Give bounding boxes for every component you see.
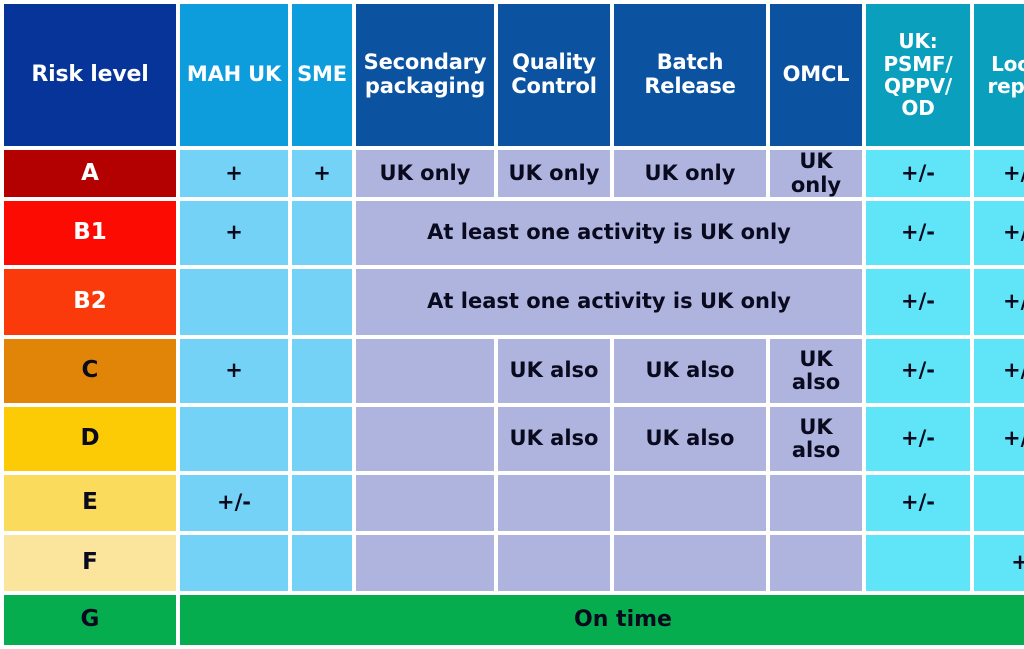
cell-e-psmf: +/- [866,475,970,532]
cell-g-merged-on-time: On time [180,595,1024,646]
cell-a-mah-uk: + [180,150,288,198]
risk-level-matrix-table: Risk level MAH UK SME Secondary packagin… [0,0,1024,649]
header-label-psmf-line1: UK: [898,29,938,54]
cell-f-sme [292,535,352,592]
table-row-a: A + + UK only UK only UK only UK only +/… [4,150,1024,198]
column-header-risk-level: Risk level [4,4,176,146]
column-header-mah-uk: MAH UK [180,4,288,146]
cell-e-mah-uk: +/- [180,475,288,532]
cell-b2-sme [292,269,352,336]
cell-e-omcl [770,475,862,532]
table-header: Risk level MAH UK SME Secondary packagin… [4,4,1024,146]
cell-c-mah-uk: + [180,339,288,404]
cell-d-secondary-packaging [356,407,494,472]
column-header-omcl: OMCL [770,4,862,146]
column-header-batch-release: Batch Release [614,4,766,146]
header-label-psmf-line2: PSMF/ [883,51,953,76]
cell-a-local-rep: +/- [974,150,1024,198]
header-label-quality-control-line2: Control [511,74,597,98]
cell-e-batch-release [614,475,766,532]
cell-a-quality-control: UK only [498,150,610,198]
column-header-sme: SME [292,4,352,146]
header-label-local-rep-line1: Local [991,51,1024,76]
cell-c-omcl: UK also [770,339,862,404]
risk-level-label-f: F [4,535,176,592]
risk-level-label-d: D [4,407,176,472]
header-label-secondary-packaging-line2: packaging [364,74,486,98]
header-label-psmf-line4: OD [901,96,935,121]
cell-b1-psmf: +/- [866,201,970,266]
cell-b1-local-rep: +/- [974,201,1024,266]
risk-level-label-b1: B1 [4,201,176,266]
risk-level-label-g: G [4,595,176,646]
cell-c-psmf: +/- [866,339,970,404]
risk-level-label-c: C [4,339,176,404]
cell-b2-psmf: +/- [866,269,970,336]
cell-b2-merged-activities: At least one activity is UK only [356,269,862,336]
cell-d-quality-control: UK also [498,407,610,472]
header-label-secondary-packaging-line1: Secondary [363,50,487,75]
table-row-b2: B2 At least one activity is UK only +/- … [4,269,1024,336]
header-label-mah-uk: MAH UK [186,62,282,87]
column-header-uk-psmf-qppv-od: UK: PSMF/ QPPV/ OD [866,4,970,146]
cell-b2-local-rep: +/- [974,269,1024,336]
cell-a-secondary-packaging: UK only [356,150,494,198]
cell-e-quality-control [498,475,610,532]
cell-f-omcl [770,535,862,592]
cell-e-secondary-packaging [356,475,494,532]
cell-f-secondary-packaging [356,535,494,592]
cell-d-psmf: +/- [866,407,970,472]
column-header-quality-control: Quality Control [498,4,610,146]
column-header-local-rep: Local rep.** [974,4,1024,146]
cell-f-psmf [866,535,970,592]
cell-c-quality-control: UK also [498,339,610,404]
header-label-sme: SME [297,62,347,87]
header-label-batch-release-line1: Batch [656,50,724,75]
cell-c-batch-release: UK also [614,339,766,404]
header-row: Risk level MAH UK SME Secondary packagin… [4,4,1024,146]
cell-b1-sme [292,201,352,266]
header-label-quality-control-line1: Quality [512,50,596,75]
cell-a-sme: + [292,150,352,198]
cell-d-batch-release: UK also [614,407,766,472]
cell-b1-mah-uk: + [180,201,288,266]
header-label-local-rep-line2: rep.** [987,74,1024,98]
header-label-omcl: OMCL [782,62,850,87]
cell-a-batch-release: UK only [614,150,766,198]
cell-c-local-rep: +/- [974,339,1024,404]
cell-d-local-rep: +/- [974,407,1024,472]
cell-f-quality-control [498,535,610,592]
header-label-batch-release-line2: Release [644,74,736,98]
column-header-secondary-packaging: Secondary packaging [356,4,494,146]
table-row-g: G On time [4,595,1024,646]
risk-level-label-e: E [4,475,176,532]
table-row-e: E +/- +/- [4,475,1024,532]
cell-d-sme [292,407,352,472]
cell-b1-merged-activities: At least one activity is UK only [356,201,862,266]
table-row-f: F + [4,535,1024,592]
cell-f-batch-release [614,535,766,592]
cell-a-psmf: +/- [866,150,970,198]
cell-c-secondary-packaging [356,339,494,404]
cell-c-sme [292,339,352,404]
cell-e-sme [292,475,352,532]
cell-d-omcl: UK also [770,407,862,472]
cell-f-local-rep: + [974,535,1024,592]
table-row-b1: B1 + At least one activity is UK only +/… [4,201,1024,266]
cell-d-mah-uk [180,407,288,472]
cell-e-local-rep [974,475,1024,532]
cell-f-mah-uk [180,535,288,592]
table-body: A + + UK only UK only UK only UK only +/… [4,150,1024,646]
cell-b2-mah-uk [180,269,288,336]
risk-level-label-a: A [4,150,176,198]
table-row-c: C + UK also UK also UK also +/- +/- [4,339,1024,404]
table-row-d: D UK also UK also UK also +/- +/- [4,407,1024,472]
cell-a-omcl: UK only [770,150,862,198]
header-label-risk-level: Risk level [31,61,149,87]
risk-level-label-b2: B2 [4,269,176,336]
header-label-psmf-line3: QPPV/ [883,74,953,98]
